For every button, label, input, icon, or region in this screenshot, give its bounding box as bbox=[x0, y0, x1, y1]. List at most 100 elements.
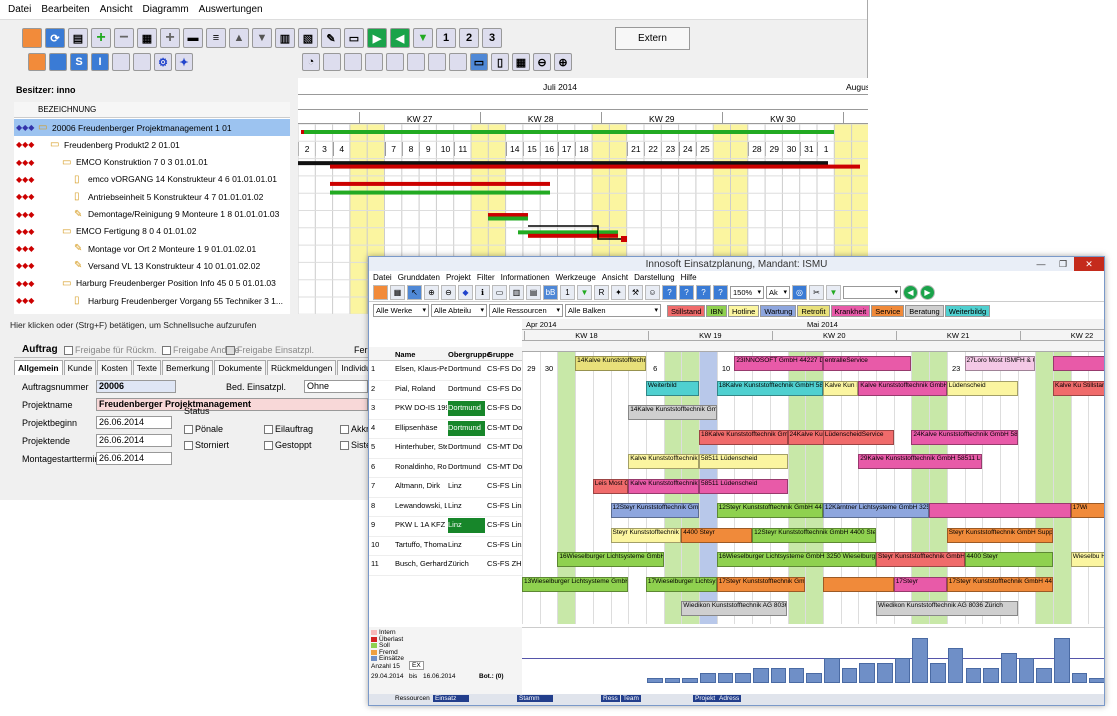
filter-icon[interactable]: ▼ bbox=[413, 28, 433, 48]
tab-texte[interactable]: Texte bbox=[132, 360, 162, 375]
assignment-bar[interactable]: LüdenscheidService bbox=[822, 429, 894, 445]
date-from[interactable]: 29.04.2014 bbox=[371, 673, 404, 680]
resource-row[interactable]: 3 PKW DO-IS 1996DortmundCS-FS Do bbox=[369, 400, 522, 420]
assignment-bar[interactable]: 4400 Steyr bbox=[964, 552, 1053, 567]
tree-row[interactable]: ◆◆◆ ✎ Versand VL 13 Konstrukteur 4 10 01.0… bbox=[14, 257, 290, 274]
zoom-out-icon[interactable]: ⊖ bbox=[533, 53, 551, 71]
status-ressourcen[interactable]: Ressourcen bbox=[395, 695, 430, 702]
insert-icon[interactable]: + bbox=[160, 28, 180, 48]
zoom-in-icon[interactable]: ⊕ bbox=[554, 53, 572, 71]
brush-icon[interactable]: ✎ bbox=[321, 28, 341, 48]
assignment-bar[interactable]: Steyr Kunststofftechnik GmbH Support bbox=[610, 527, 682, 543]
print-icon[interactable]: ▭ bbox=[344, 28, 364, 48]
assignment-bar[interactable]: Wieselbu Hotline bbox=[1070, 552, 1104, 567]
menu2-informationen[interactable]: Informationen bbox=[501, 273, 550, 282]
tab-allgemein[interactable]: Allgemein bbox=[14, 360, 63, 375]
assignment-bar[interactable]: 16Wieselburger Lichtsysteme GmbH 3250 Wi… bbox=[557, 552, 664, 567]
assignment-bar[interactable]: 14Kalve Kunststofftechnik GmbH 58511 Lüd… bbox=[628, 405, 717, 420]
menu2-darstellung[interactable]: Darstellung bbox=[634, 273, 674, 282]
tree-row[interactable]: ◆◆◆ ✎ Demontage/Reinigung 9 Monteure 1 8 0… bbox=[14, 206, 290, 223]
resource-row[interactable]: 2 Pial, Roland Dortmund CS-FS Do bbox=[369, 381, 522, 400]
assignment-bar[interactable]: 24Kalve Kunststofftechnik GmbH 58511 Lüd… bbox=[911, 429, 1018, 445]
tool-icon[interactable]: ⚒ bbox=[628, 284, 643, 300]
projektname-field[interactable]: Freudenberger Projektmanagement bbox=[96, 398, 368, 411]
level3-icon[interactable]: 3 bbox=[482, 28, 502, 48]
filter-icon-2[interactable]: ▼ bbox=[577, 284, 592, 300]
menu-auswertungen[interactable]: Auswertungen bbox=[199, 4, 263, 15]
storniert-checkbox[interactable]: Storniert bbox=[184, 440, 229, 450]
auftrag-tab[interactable]: Auftrag bbox=[22, 344, 58, 355]
category-chip[interactable]: Stillstand bbox=[667, 305, 706, 317]
menu-bearbeiten[interactable]: Bearbeiten bbox=[41, 4, 89, 15]
tree-row[interactable]: ◆◆◆ ▭ Harburg Freudenberger Position Info … bbox=[14, 275, 290, 292]
assignment-bar[interactable]: 16Wieselburger Lichtsysteme GmbH 3250 Wi… bbox=[716, 552, 876, 567]
gantt-bar[interactable] bbox=[518, 230, 618, 235]
resource-row[interactable]: 4 Ellipsenhäse Dortmund CS-MT Do bbox=[369, 420, 522, 439]
tab-kosten[interactable]: Kosten bbox=[97, 360, 132, 375]
zoom-out-icon-2[interactable]: ⊖ bbox=[441, 284, 456, 300]
category-chip[interactable]: Krankheit bbox=[830, 305, 871, 317]
window-icon[interactable]: ▯ bbox=[491, 53, 509, 71]
tree-row[interactable]: ◆◆◆ ▭ Freudenberg Produkt2 2 01.01 bbox=[14, 136, 290, 153]
gestoppt-checkbox[interactable]: Gestoppt bbox=[264, 440, 312, 450]
projektbeginn-field[interactable]: 26.06.2014 bbox=[96, 416, 172, 429]
status-adress[interactable]: Adress bbox=[717, 695, 742, 702]
freigabe-rueckm-checkbox[interactable]: Freigabe für Rückm. bbox=[64, 345, 157, 355]
assignment-bar[interactable]: 27Loro Most ISMFH & Co. KG 58513 Lüdensc… bbox=[964, 356, 1036, 371]
auftragsnummer-field[interactable]: 20006 bbox=[96, 380, 176, 393]
refresh-icon[interactable]: ⟳ bbox=[45, 28, 65, 48]
resource-row[interactable]: 1 Elsen, Klaus-PeterDortmund CS-FS Do bbox=[369, 361, 522, 381]
bed-einsatzpl-select[interactable]: Ohne bbox=[304, 380, 368, 393]
doc4-icon[interactable] bbox=[386, 53, 404, 71]
gantt-bar[interactable] bbox=[330, 164, 860, 169]
gantt-bar[interactable] bbox=[528, 233, 618, 238]
doc-icon-2[interactable]: ▭ bbox=[492, 284, 507, 300]
remove-icon[interactable]: − bbox=[114, 28, 134, 48]
zoom-select[interactable]: 150% bbox=[730, 285, 764, 299]
search-select[interactable] bbox=[843, 285, 901, 299]
back-icon[interactable]: ◀ bbox=[390, 28, 410, 48]
assignment-bar[interactable]: 13Wieselburger Lichtsysteme GmbH 3250 Wi… bbox=[522, 576, 629, 592]
montagestarttermin-field[interactable]: 26.06.2014 bbox=[96, 452, 172, 465]
info-icon[interactable]: ℹ bbox=[475, 284, 490, 300]
assignment-bar[interactable] bbox=[822, 576, 894, 592]
indent-icon[interactable]: ▬ bbox=[183, 28, 203, 48]
assignment-bar[interactable]: 14Kalve Kunststofftechnik GmbH 58511 Lüd… bbox=[575, 356, 646, 371]
tree-row[interactable]: ◆◆◆ ▭ EMCO Fertigung 8 0 4 01.01.02 bbox=[14, 223, 290, 240]
i-icon[interactable]: I bbox=[91, 53, 109, 71]
category-chip[interactable]: Wartung bbox=[760, 305, 797, 317]
arrow-up-icon[interactable]: ▲ bbox=[229, 28, 249, 48]
menu-ansicht[interactable]: Ansicht bbox=[100, 4, 133, 15]
add-icon[interactable]: + bbox=[91, 28, 111, 48]
ak-select[interactable]: Ak bbox=[766, 285, 790, 299]
projektende-field[interactable]: 26.06.2014 bbox=[96, 434, 172, 447]
assignment-bar[interactable]: entralleService bbox=[822, 356, 912, 371]
assignment-bar[interactable]: 17Wi bbox=[1070, 503, 1104, 518]
category-chip[interactable]: Service bbox=[871, 305, 905, 317]
menu-diagramm[interactable]: Diagramm bbox=[143, 4, 189, 15]
resource-row[interactable]: 9 PKW L 1A KFZ Linz CS-FS Linz bbox=[369, 517, 522, 537]
category-chip[interactable]: Weiterbildg bbox=[944, 305, 991, 317]
menu2-grunddaten[interactable]: Grunddaten bbox=[398, 273, 440, 282]
gantt-bar[interactable] bbox=[488, 216, 528, 221]
assignment-bar[interactable]: 18Kalve Kunststofftechnik GmbH 58511 Lüd… bbox=[716, 380, 823, 396]
help-m-icon[interactable]: ? bbox=[696, 284, 711, 300]
werke-select[interactable]: Alle Werke bbox=[373, 304, 429, 317]
tree-row[interactable]: ◆◆◆ ✎ Montage vor Ort 2 Monteure 1 9 01.01… bbox=[14, 240, 290, 257]
poenale-checkbox[interactable]: Pönale bbox=[184, 424, 223, 434]
extern-button[interactable]: Extern bbox=[615, 27, 690, 50]
ressourcen-select[interactable]: Alle Ressourcen bbox=[489, 304, 563, 317]
abteilung-select[interactable]: Alle Abteilu bbox=[431, 304, 487, 317]
print-icon-2[interactable]: ▤ bbox=[526, 284, 541, 300]
tree-row[interactable]: ◆◆◆ ▭ 20006 Freudenberger Projektmanagemen… bbox=[14, 119, 290, 136]
status-einsatz[interactable]: Einsatz bbox=[433, 695, 469, 702]
category-chip[interactable]: Hotline bbox=[727, 305, 760, 317]
clipboard-icon[interactable]: ▧ bbox=[298, 28, 318, 48]
gantt-bar[interactable] bbox=[330, 181, 550, 186]
status-team[interactable]: Team bbox=[621, 695, 641, 702]
resource-row[interactable]: 7 Altmann, Dirk Linz CS-FS Linz bbox=[369, 478, 522, 498]
quicksearch-hint[interactable]: Hier klicken oder (Strg+F) betätigen, um… bbox=[10, 320, 256, 330]
gantt-bar[interactable] bbox=[488, 213, 528, 218]
assignment-bar[interactable]: 17Steyr bbox=[893, 576, 947, 592]
home-icon-2[interactable] bbox=[373, 284, 388, 300]
